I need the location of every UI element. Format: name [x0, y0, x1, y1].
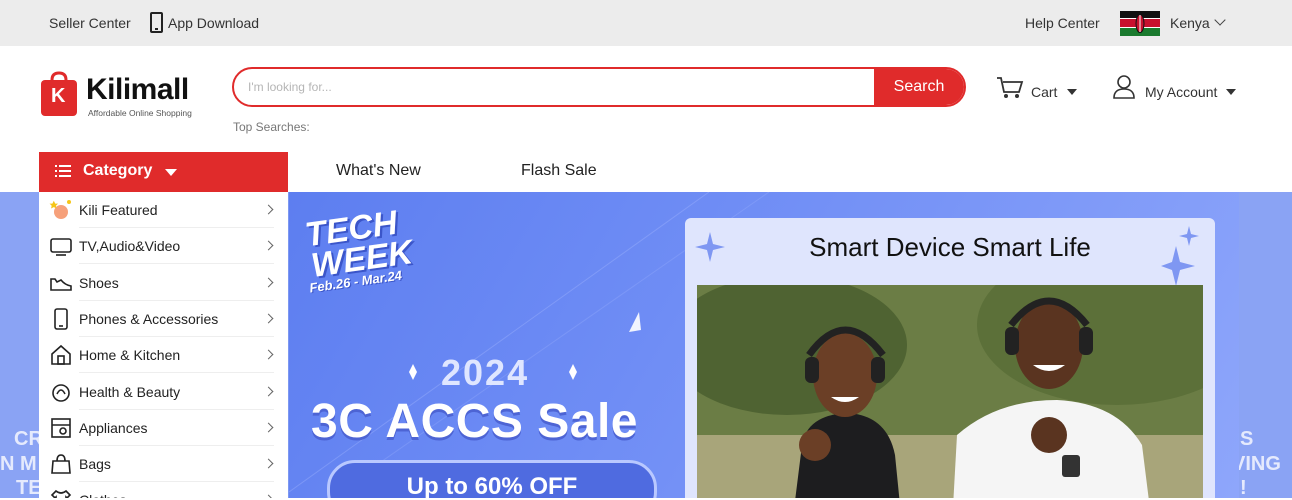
sidebar-item-health-beauty[interactable]: Health & Beauty [39, 374, 288, 410]
category-menu-button[interactable]: Category [39, 152, 288, 192]
chevron-right-icon [263, 458, 274, 469]
sidebar-item-tv-audio-video[interactable]: TV,Audio&Video [39, 228, 288, 265]
discount-text: Up to 60% OFF [406, 473, 578, 498]
logo-name[interactable]: Kilimall [86, 74, 189, 106]
sidebar-item-label: Phones & Accessories [79, 310, 219, 327]
nav-flash-sale[interactable]: Flash Sale [521, 162, 597, 180]
search-button[interactable]: Search [874, 69, 964, 105]
runners-illustration [697, 285, 1203, 498]
help-center-link[interactable]: Help Center [1025, 14, 1100, 32]
chevron-right-icon [263, 349, 274, 360]
sidebar-item-label: Kili Featured [79, 202, 158, 218]
sidebar-item-shoes[interactable]: Shoes [39, 265, 288, 301]
right-peek-text-2: VING [1232, 453, 1281, 475]
category-sidebar: Kili Featured TV,Audio&Video Shoes Phones &… [39, 192, 288, 498]
appliance-icon [51, 417, 71, 438]
chevron-right-icon [263, 277, 274, 288]
search-input[interactable] [248, 69, 868, 105]
sidebar-item-label: Home & Kitchen [79, 347, 181, 364]
chevron-right-icon [263, 240, 274, 251]
runners-photo [697, 285, 1203, 498]
seller-center-link[interactable]: Seller Center [49, 14, 131, 32]
banner-year: 2024 [441, 352, 530, 393]
list-icon [55, 165, 71, 177]
nav-whats-new[interactable]: What's New [336, 162, 421, 180]
left-peek-text-2: N M [0, 453, 37, 475]
top-bar: Seller Center App Download Help Center K… [0, 0, 1292, 46]
home-icon [51, 345, 71, 365]
account-dropdown-caret-icon[interactable] [1226, 89, 1236, 95]
banner-headline: 3C ACCS Sale [311, 395, 638, 448]
tech-week-banner[interactable]: TECH WEEK Feb.26 - Mar.24 2024 3C ACCS S… [289, 192, 1239, 498]
beauty-icon [52, 383, 70, 402]
cart-dropdown-caret-icon[interactable] [1067, 89, 1077, 95]
smart-device-card: Smart Device Smart Life [685, 218, 1215, 498]
sidebar-item-label: TV,Audio&Video [79, 238, 181, 255]
left-peek-text-3: TE [16, 477, 42, 499]
category-caret-icon [165, 169, 177, 176]
discount-pill: Up to 60% OFF [327, 460, 657, 498]
chevron-right-icon [263, 422, 274, 433]
right-peek-text-3: ! [1240, 477, 1247, 499]
bag-icon [51, 454, 71, 474]
sidebar-item-label: Appliances [79, 419, 148, 436]
sidebar-item-label: Shoes [79, 274, 119, 291]
right-peek-text-1: S [1240, 428, 1254, 450]
featured-icon [49, 200, 71, 219]
sparkle-icon [1161, 226, 1199, 286]
phone-icon [54, 308, 68, 330]
kenya-flag-icon[interactable] [1120, 11, 1160, 36]
cart-icon[interactable] [996, 76, 1024, 100]
chevron-down-icon[interactable] [1214, 14, 1226, 26]
sidebar-item-label: Health & Beauty [79, 383, 181, 400]
app-download-link[interactable]: App Download [168, 14, 259, 32]
logo-tagline: Affordable Online Shopping [88, 108, 192, 118]
cart-link[interactable]: Cart [1031, 84, 1057, 100]
mobile-phone-icon [150, 12, 163, 33]
my-account-link[interactable]: My Account [1145, 84, 1217, 100]
user-icon[interactable] [1112, 74, 1136, 100]
sidebar-item-label: Bags [79, 456, 111, 473]
shoe-icon [50, 277, 72, 291]
logo-letter: K [51, 85, 66, 107]
clothes-icon [50, 490, 72, 498]
sidebar-item-label: Clothes [79, 492, 126, 498]
country-selector[interactable]: Kenya [1170, 14, 1210, 32]
top-searches-label: Top Searches: [233, 120, 310, 134]
chevron-right-icon [263, 313, 274, 324]
sidebar-item-home-kitchen[interactable]: Home & Kitchen [39, 337, 288, 374]
search-bar: Search [232, 67, 966, 107]
sidebar-item-appliances[interactable]: Appliances [39, 410, 288, 446]
sparkle-icon [695, 232, 725, 262]
sidebar-item-kili-featured[interactable]: Kili Featured [39, 192, 288, 228]
sidebar-item-bags[interactable]: Bags [39, 446, 288, 483]
chevron-right-icon [263, 386, 274, 396]
tv-icon [50, 238, 72, 257]
sidebar-item-clothes[interactable]: Clothes [39, 482, 288, 498]
chevron-right-icon [263, 204, 274, 215]
sidebar-item-phones-accessories[interactable]: Phones & Accessories [39, 301, 288, 337]
category-label: Category [83, 162, 153, 179]
card-title: Smart Device Smart Life [809, 232, 1091, 262]
